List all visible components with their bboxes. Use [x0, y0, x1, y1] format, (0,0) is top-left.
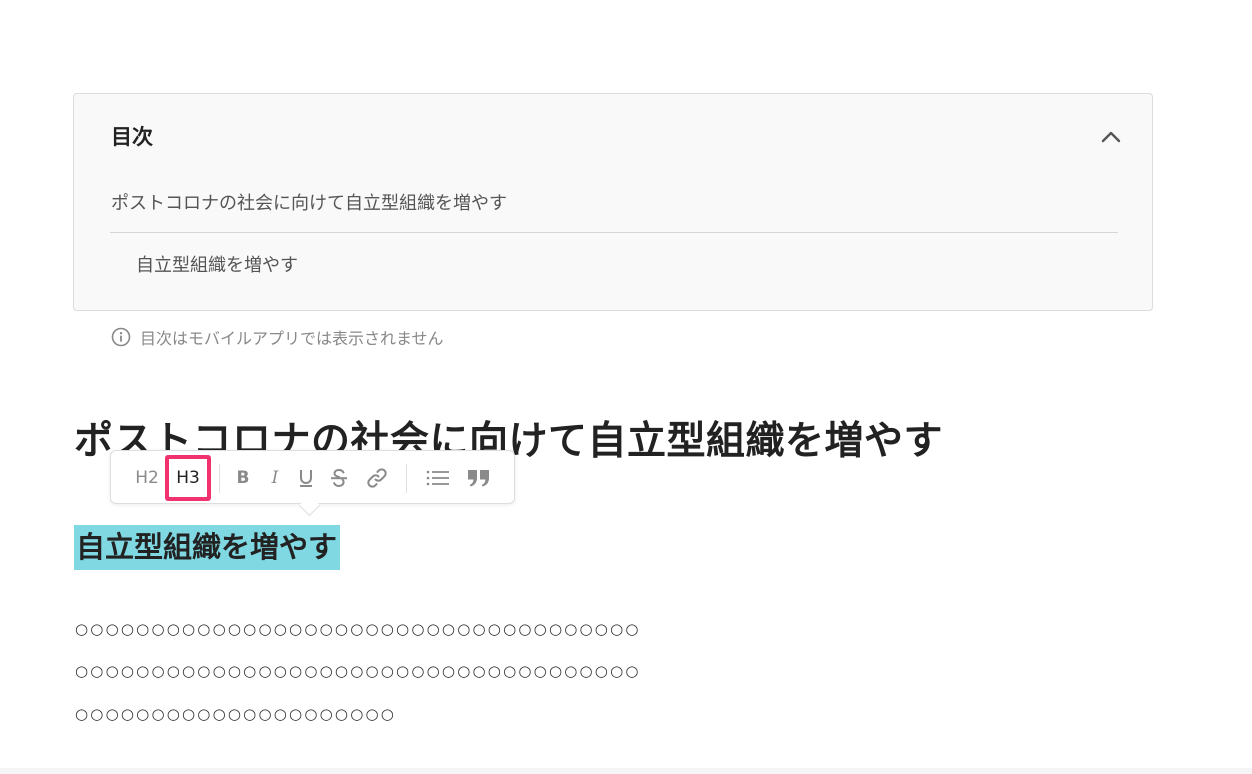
table-of-contents: 目次 ポストコロナの社会に向けて自立型組織を増やす 自立型組織を増やす — [73, 93, 1153, 311]
link-button[interactable] — [361, 459, 393, 497]
chevron-up-icon — [1101, 131, 1121, 143]
toc-divider — [110, 232, 1118, 233]
underline-icon — [300, 470, 312, 487]
toc-title: 目次 — [111, 125, 153, 149]
toc-collapse-button[interactable] — [1096, 122, 1126, 152]
body-text-line[interactable]: ○○○○○○○○○○○○○○○○○○○○○○○○○○○○○○○○○○○○○ — [75, 620, 641, 638]
toc-item-h3[interactable]: 自立型組織を増やす — [136, 251, 298, 277]
heading-2-button[interactable]: H2 — [129, 459, 165, 497]
info-icon — [111, 327, 131, 347]
underline-button[interactable] — [292, 459, 320, 497]
quote-icon — [468, 470, 489, 487]
toolbar-separator — [406, 464, 407, 493]
formatting-toolbar: H2 H3 B I — [110, 450, 515, 517]
page-bottom-edge — [0, 768, 1252, 774]
body-text-line[interactable]: ○○○○○○○○○○○○○○○○○○○○○○○○○○○○○○○○○○○○○ — [75, 662, 641, 680]
bulleted-list-button[interactable] — [421, 459, 455, 497]
bulleted-list-icon — [426, 470, 449, 486]
strikethrough-button[interactable] — [324, 459, 354, 497]
article-heading-h3-selected[interactable]: 自立型組織を増やす — [74, 525, 341, 570]
toolbar-separator — [219, 464, 220, 493]
link-icon — [367, 468, 387, 488]
toc-notice-text: 目次はモバイルアプリでは表示されません — [140, 329, 444, 348]
toc-notice: 目次はモバイルアプリでは表示されません — [111, 325, 444, 349]
toolbar-pointer — [298, 494, 321, 517]
blockquote-button[interactable] — [461, 459, 497, 497]
bold-button[interactable]: B — [229, 459, 257, 497]
heading-3-button[interactable]: H3 — [165, 455, 211, 501]
toc-item-h2[interactable]: ポストコロナの社会に向けて自立型組織を増やす — [111, 189, 507, 215]
italic-button[interactable]: I — [261, 459, 289, 497]
strikethrough-icon — [331, 468, 347, 488]
body-text-line[interactable]: ○○○○○○○○○○○○○○○○○○○○○ — [75, 705, 396, 723]
